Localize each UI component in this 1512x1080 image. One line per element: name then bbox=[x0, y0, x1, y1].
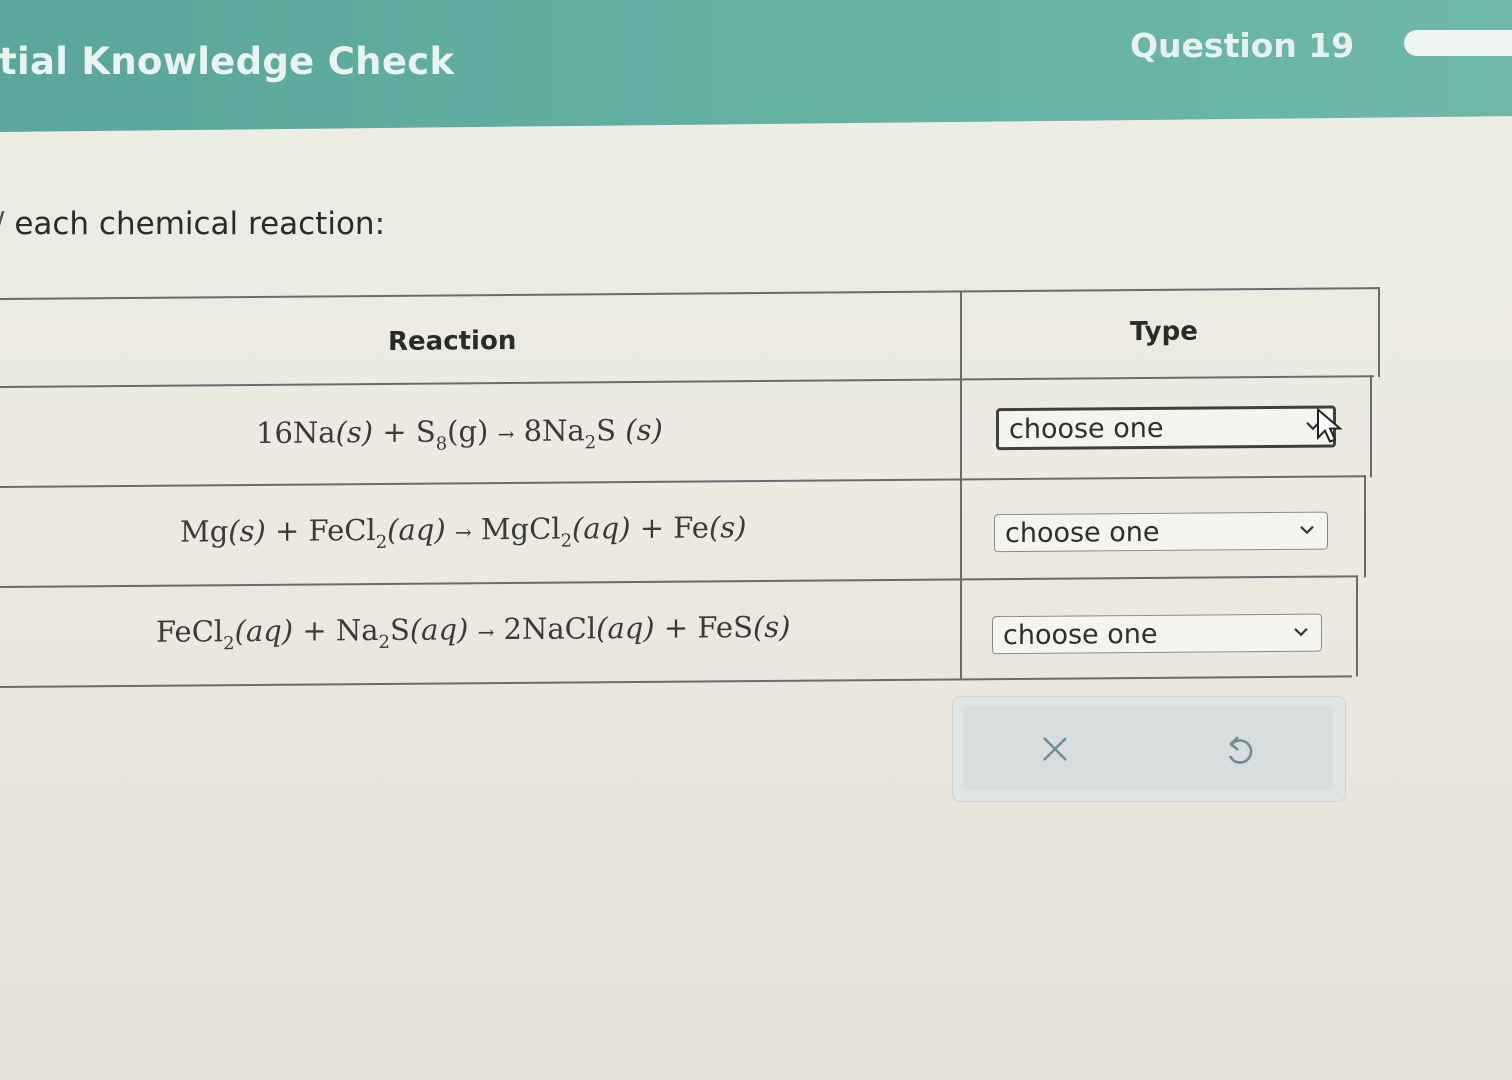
answer-actions-panel bbox=[952, 696, 1346, 802]
undo-button[interactable] bbox=[1217, 729, 1261, 773]
select-value: choose one bbox=[1005, 516, 1160, 549]
column-header-type: Type bbox=[1130, 316, 1198, 348]
arrow-icon: → bbox=[477, 620, 495, 645]
table-border-right bbox=[1364, 475, 1366, 578]
instruction-text: / each chemical reaction: bbox=[0, 206, 385, 242]
page: itial Knowledge Check Question 19 / each… bbox=[0, 0, 1512, 1080]
table-header-divider bbox=[0, 375, 1374, 388]
reaction-equation: 16Na(s) + S8(g) → 8Na2S (s) bbox=[256, 412, 663, 455]
reaction-equation: Mg(s) + FeCl2(aq) → MgCl2(aq) + Fe(s) bbox=[180, 510, 747, 554]
page-title: itial Knowledge Check bbox=[0, 40, 455, 83]
progress-bar bbox=[1404, 30, 1512, 56]
select-value: choose one bbox=[1009, 412, 1164, 445]
mouse-cursor-icon bbox=[1317, 407, 1343, 443]
select-value: choose one bbox=[1003, 618, 1158, 651]
chevron-down-icon bbox=[1294, 627, 1308, 637]
reaction-type-select[interactable]: choose one bbox=[996, 405, 1336, 451]
answer-actions-bg bbox=[963, 705, 1333, 791]
column-header-reaction: Reaction bbox=[388, 325, 517, 357]
arrow-icon: → bbox=[497, 421, 515, 447]
reaction-equation: FeCl2(aq) + Na2S(aq) → 2NaCl(aq) + FeS(s… bbox=[156, 609, 791, 655]
undo-icon bbox=[1228, 736, 1253, 764]
table-border-right bbox=[1370, 375, 1372, 478]
reaction-table: Reaction Type 16Na(s) + S8(g) → 8Na2S (s… bbox=[0, 279, 1380, 692]
clear-button[interactable] bbox=[1033, 727, 1077, 771]
table-border-right bbox=[1356, 575, 1358, 677]
table-border-bottom bbox=[0, 675, 1352, 688]
table-border-top bbox=[0, 287, 1380, 300]
reaction-type-select[interactable]: choose one bbox=[992, 613, 1322, 655]
arrow-icon: → bbox=[454, 520, 472, 545]
row-divider bbox=[0, 575, 1358, 588]
instruction-label: each chemical reaction: bbox=[14, 206, 386, 242]
close-icon bbox=[1043, 737, 1067, 761]
chevron-down-icon bbox=[1300, 525, 1314, 535]
reaction-type-select[interactable]: choose one bbox=[994, 511, 1328, 553]
question-number: Question 19 bbox=[1130, 26, 1355, 65]
row-divider bbox=[0, 475, 1366, 488]
column-divider bbox=[960, 290, 962, 680]
table-border-right bbox=[1378, 287, 1380, 378]
